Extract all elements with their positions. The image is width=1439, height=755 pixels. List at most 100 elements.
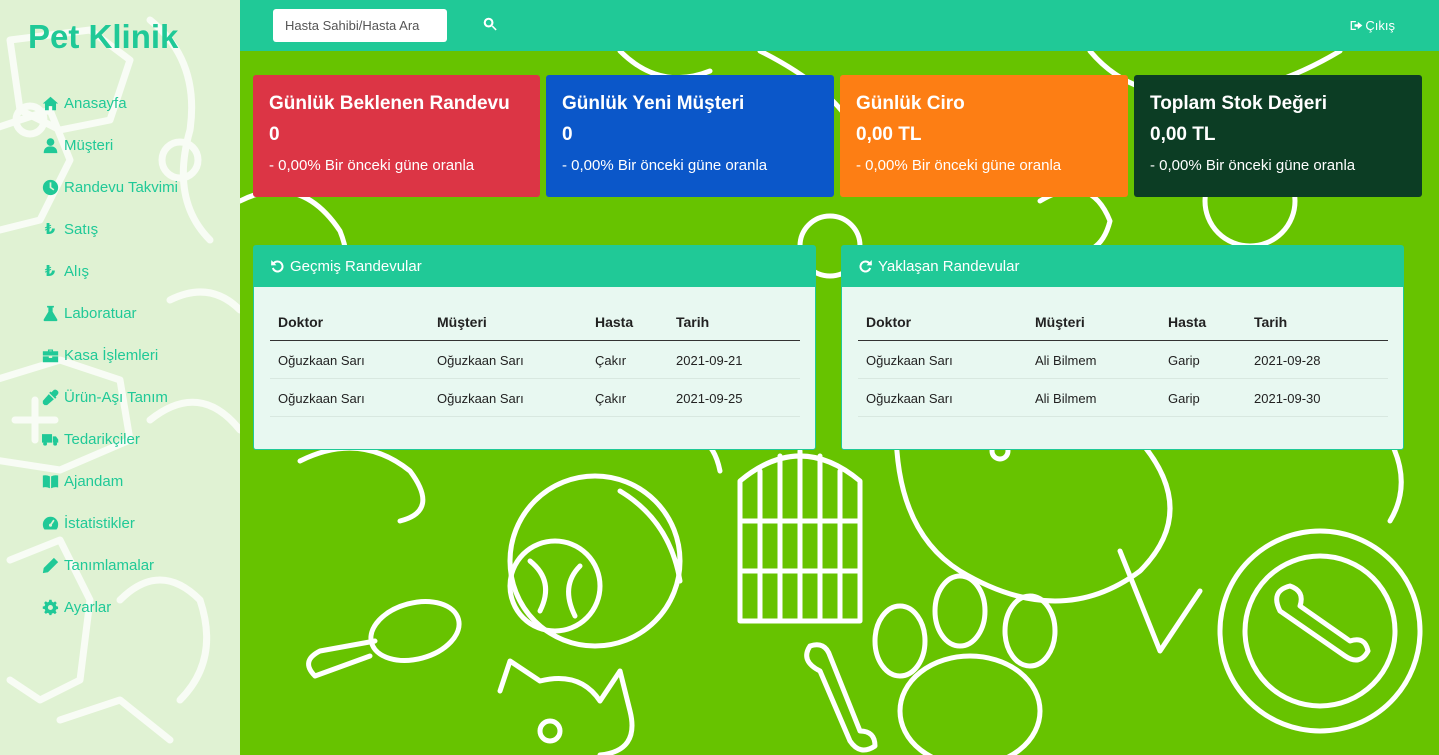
lira-icon: ₺ bbox=[44, 263, 56, 280]
sidebar-item-urun-asi-tanim[interactable]: Ürün-Aşı Tanım bbox=[40, 376, 178, 418]
search-icon bbox=[483, 17, 497, 31]
column-header: Hasta bbox=[1160, 303, 1246, 341]
table-cell: 2021-09-28 bbox=[1246, 340, 1388, 379]
truck-icon bbox=[40, 431, 60, 448]
stat-card-daily-revenue: Günlük Ciro 0,00 TL - 0,00% Bir önceki g… bbox=[840, 75, 1128, 197]
logout-label: Çıkış bbox=[1365, 18, 1395, 33]
logout-button[interactable]: Çıkış bbox=[1350, 18, 1395, 33]
sidebar-item-laboratuar[interactable]: Laboratuar bbox=[40, 292, 178, 334]
sidebar-nav: Anasayfa Müşteri Randevu Takvimi ₺ Satış… bbox=[40, 82, 178, 628]
sidebar: Pet Klinik Anasayfa Müşteri Randevu Takv… bbox=[0, 0, 240, 755]
sidebar-item-randevu-takvimi[interactable]: Randevu Takvimi bbox=[40, 166, 178, 208]
flask-icon bbox=[40, 305, 60, 322]
top-bar: Çıkış bbox=[240, 0, 1439, 51]
pencil-icon bbox=[40, 557, 60, 574]
refresh-icon bbox=[859, 260, 872, 273]
table-cell: Oğuzkaan Sarı bbox=[270, 340, 429, 379]
sidebar-item-label: Tedarikçiler bbox=[64, 430, 140, 448]
sidebar-item-label: Ürün-Aşı Tanım bbox=[64, 388, 168, 406]
home-icon bbox=[40, 95, 60, 112]
table-row[interactable]: Oğuzkaan Sarı Oğuzkaan Sarı Çakır 2021-0… bbox=[270, 378, 800, 417]
upcoming-appointments-panel: Yaklaşan Randevular Doktor Müşteri Hasta… bbox=[841, 245, 1404, 450]
sidebar-item-ajandam[interactable]: Ajandam bbox=[40, 460, 178, 502]
table-cell: 2021-09-25 bbox=[668, 378, 800, 417]
column-header: Müşteri bbox=[1027, 303, 1160, 341]
table-cell: Çakır bbox=[587, 340, 668, 379]
table-cell: Ali Bilmem bbox=[1027, 378, 1160, 417]
column-header: Tarih bbox=[668, 303, 800, 341]
sidebar-item-musteri[interactable]: Müşteri bbox=[40, 124, 178, 166]
sidebar-item-label: Müşteri bbox=[64, 136, 114, 154]
table-cell: Garip bbox=[1160, 378, 1246, 417]
past-appointments-table: Doktor Müşteri Hasta Tarih Oğuzkaan Sarı… bbox=[270, 303, 800, 417]
stat-card-value: 0,00 TL bbox=[856, 124, 922, 145]
gear-icon bbox=[40, 599, 60, 616]
sidebar-item-satis[interactable]: ₺ Satış bbox=[40, 208, 178, 250]
table-cell: Çakır bbox=[587, 378, 668, 417]
stat-card-title: Toplam Stok Değeri bbox=[1150, 93, 1328, 114]
table-cell: Garip bbox=[1160, 340, 1246, 379]
table-row[interactable]: Oğuzkaan Sarı Oğuzkaan Sarı Çakır 2021-0… bbox=[270, 340, 800, 379]
sidebar-item-istatistikler[interactable]: İstatistikler bbox=[40, 502, 178, 544]
table-row[interactable]: Oğuzkaan Sarı Ali Bilmem Garip 2021-09-3… bbox=[858, 378, 1388, 417]
dashboard-icon bbox=[40, 515, 60, 532]
clock-icon bbox=[40, 179, 60, 196]
stat-card-stock-value: Toplam Stok Değeri 0,00 TL - 0,00% Bir ö… bbox=[1134, 75, 1422, 197]
brand-title[interactable]: Pet Klinik bbox=[28, 18, 178, 56]
panel-title: Yaklaşan Randevular bbox=[878, 258, 1020, 275]
stat-card-value: 0 bbox=[269, 124, 280, 145]
sidebar-item-tanimlamalar[interactable]: Tanımlamalar bbox=[40, 544, 178, 586]
past-appointments-header: Geçmiş Randevular bbox=[254, 246, 815, 287]
column-header: Tarih bbox=[1246, 303, 1388, 341]
sidebar-item-label: Ayarlar bbox=[64, 598, 112, 616]
table-cell: Ali Bilmem bbox=[1027, 340, 1160, 379]
table-cell: 2021-09-30 bbox=[1246, 378, 1388, 417]
stat-card-new-customers: Günlük Yeni Müşteri 0 - 0,00% Bir önceki… bbox=[546, 75, 834, 197]
stat-card-title: Günlük Beklenen Randevu bbox=[269, 93, 510, 114]
sidebar-item-ayarlar[interactable]: Ayarlar bbox=[40, 586, 178, 628]
sidebar-item-tedarikciler[interactable]: Tedarikçiler bbox=[40, 418, 178, 460]
briefcase-icon bbox=[40, 347, 60, 364]
sidebar-item-label: Satış bbox=[64, 220, 99, 238]
sidebar-item-kasa-islemleri[interactable]: Kasa İşlemleri bbox=[40, 334, 178, 376]
stat-card-daily-appointments: Günlük Beklenen Randevu 0 - 0,00% Bir ön… bbox=[253, 75, 540, 197]
table-row[interactable]: Oğuzkaan Sarı Ali Bilmem Garip 2021-09-2… bbox=[858, 340, 1388, 379]
table-cell: Oğuzkaan Sarı bbox=[429, 378, 587, 417]
stat-card-change: - 0,00% Bir önceki güne oranla bbox=[562, 157, 768, 174]
sidebar-item-anasayfa[interactable]: Anasayfa bbox=[40, 82, 178, 124]
sidebar-item-label: Tanımlamalar bbox=[64, 556, 155, 574]
table-cell: Oğuzkaan Sarı bbox=[429, 340, 587, 379]
undo-icon bbox=[271, 260, 284, 273]
column-header: Müşteri bbox=[429, 303, 587, 341]
table-cell: Oğuzkaan Sarı bbox=[858, 340, 1027, 379]
sidebar-item-label: İstatistikler bbox=[64, 514, 135, 532]
sign-out-icon bbox=[1351, 20, 1363, 31]
stat-card-title: Günlük Yeni Müşteri bbox=[562, 93, 745, 114]
table-cell: 2021-09-21 bbox=[668, 340, 800, 379]
search-input[interactable] bbox=[273, 9, 447, 42]
table-cell: Oğuzkaan Sarı bbox=[858, 378, 1027, 417]
column-header: Doktor bbox=[270, 303, 429, 341]
past-appointments-panel: Geçmiş Randevular Doktor Müşteri Hasta T… bbox=[253, 245, 816, 450]
column-header: Doktor bbox=[858, 303, 1027, 341]
sidebar-item-label: Anasayfa bbox=[64, 94, 127, 112]
eyedropper-icon bbox=[40, 389, 60, 406]
panel-title: Geçmiş Randevular bbox=[290, 258, 422, 275]
upcoming-appointments-header: Yaklaşan Randevular bbox=[842, 246, 1403, 287]
table-cell: Oğuzkaan Sarı bbox=[270, 378, 429, 417]
sidebar-item-label: Kasa İşlemleri bbox=[64, 346, 159, 364]
lira-icon: ₺ bbox=[44, 221, 56, 238]
column-header: Hasta bbox=[587, 303, 668, 341]
sidebar-item-label: Laboratuar bbox=[64, 304, 137, 322]
upcoming-appointments-table: Doktor Müşteri Hasta Tarih Oğuzkaan Sarı… bbox=[858, 303, 1388, 417]
sidebar-item-label: Alış bbox=[64, 262, 90, 280]
sidebar-item-alis[interactable]: ₺ Alış bbox=[40, 250, 178, 292]
stat-card-title: Günlük Ciro bbox=[856, 93, 965, 114]
stat-card-value: 0 bbox=[562, 124, 573, 145]
stat-card-change: - 0,00% Bir önceki güne oranla bbox=[856, 157, 1062, 174]
search-button[interactable] bbox=[483, 17, 501, 35]
stat-card-value: 0,00 TL bbox=[1150, 124, 1216, 145]
sidebar-item-label: Randevu Takvimi bbox=[64, 178, 178, 196]
user-icon bbox=[40, 137, 60, 154]
stat-card-change: - 0,00% Bir önceki güne oranla bbox=[269, 157, 475, 174]
